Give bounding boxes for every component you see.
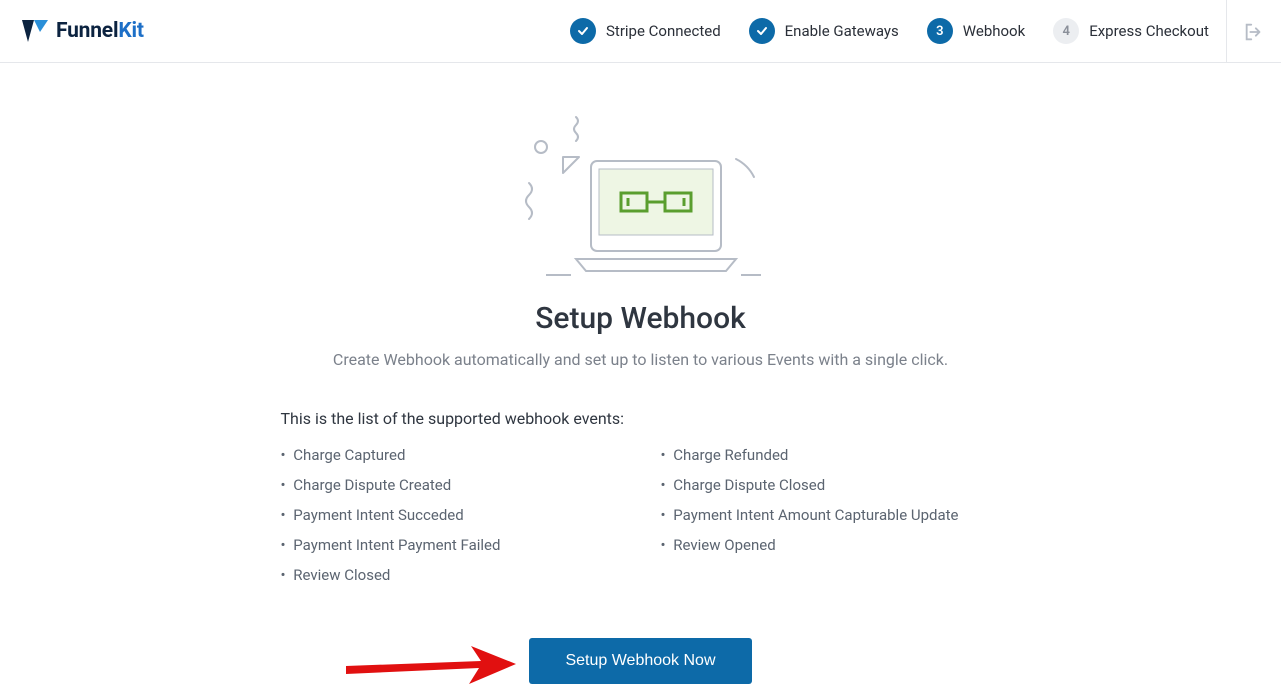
- event-item: Charge Dispute Closed: [661, 476, 1001, 494]
- header: FunnelKit Stripe Connected Enable Gatewa…: [0, 0, 1281, 63]
- events-intro: This is the list of the supported webhoo…: [281, 409, 1001, 428]
- event-item: Charge Dispute Created: [281, 476, 621, 494]
- event-item: Charge Refunded: [661, 446, 1001, 464]
- event-item: Payment Intent Succeded: [281, 506, 621, 524]
- step-label: Webhook: [963, 22, 1025, 40]
- progress-steps: Stripe Connected Enable Gateways 3 Webho…: [570, 18, 1209, 44]
- events-col-left: Charge Captured Charge Dispute Created P…: [281, 446, 621, 596]
- step-number-icon: 4: [1053, 18, 1079, 44]
- arrow-annotation-icon: [341, 626, 521, 696]
- event-item: Charge Captured: [281, 446, 621, 464]
- logo: FunnelKit: [20, 18, 144, 44]
- event-item: Review Closed: [281, 566, 621, 584]
- step-enable-gateways[interactable]: Enable Gateways: [749, 18, 899, 44]
- step-stripe-connected[interactable]: Stripe Connected: [570, 18, 721, 44]
- page-subtitle: Create Webhook automatically and set up …: [281, 350, 1001, 369]
- exit-icon: [1243, 21, 1265, 43]
- main-content: Setup Webhook Create Webhook automatical…: [281, 103, 1001, 684]
- logo-icon: [20, 18, 50, 44]
- webhook-illustration: [521, 103, 761, 283]
- page-title: Setup Webhook: [281, 301, 1001, 336]
- step-express-checkout[interactable]: 4 Express Checkout: [1053, 18, 1209, 44]
- step-number-icon: 3: [927, 18, 953, 44]
- event-item: Payment Intent Payment Failed: [281, 536, 621, 554]
- event-item: Payment Intent Amount Capturable Update: [661, 506, 1001, 524]
- step-webhook[interactable]: 3 Webhook: [927, 18, 1025, 44]
- events-list: Charge Captured Charge Dispute Created P…: [281, 446, 1001, 596]
- setup-webhook-button[interactable]: Setup Webhook Now: [529, 638, 751, 684]
- logo-text: FunnelKit: [56, 19, 144, 43]
- step-label: Enable Gateways: [785, 22, 899, 40]
- checkmark-icon: [570, 18, 596, 44]
- events-col-right: Charge Refunded Charge Dispute Closed Pa…: [661, 446, 1001, 596]
- checkmark-icon: [749, 18, 775, 44]
- exit-button[interactable]: [1226, 0, 1281, 63]
- event-item: Review Opened: [661, 536, 1001, 554]
- step-label: Stripe Connected: [606, 22, 721, 40]
- step-label: Express Checkout: [1089, 22, 1209, 40]
